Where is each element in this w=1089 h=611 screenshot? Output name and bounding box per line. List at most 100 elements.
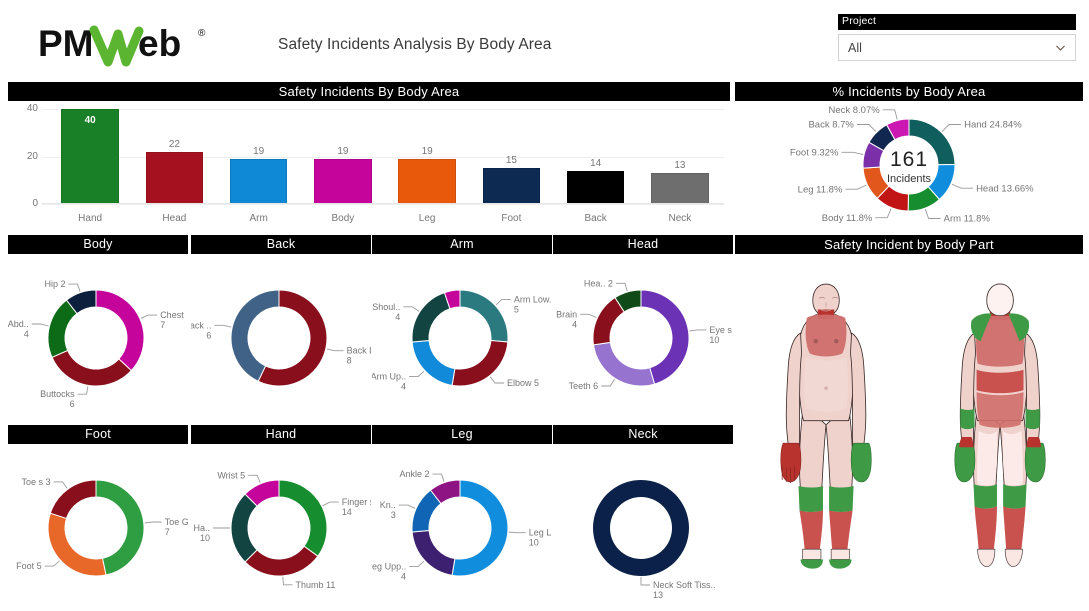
bar-rect[interactable] bbox=[145, 151, 204, 204]
donut-slice[interactable] bbox=[49, 479, 97, 520]
donut-leader-line bbox=[248, 474, 261, 483]
donut-slice-label: Thumb 11 bbox=[295, 580, 335, 590]
donut-leader-line bbox=[489, 376, 504, 384]
bar-column[interactable]: 13 bbox=[638, 109, 722, 204]
donut-slice-value: 4 bbox=[401, 382, 406, 392]
donut-slice-label: Abd.. bbox=[8, 319, 29, 329]
donut-slice-label: Ankle 2 bbox=[399, 469, 429, 479]
donut-leader-line bbox=[409, 560, 425, 568]
donut-leader-line bbox=[53, 481, 68, 489]
project-slicer-dropdown[interactable]: All bbox=[838, 34, 1076, 61]
body-figure-title: Safety Incident by Body Part bbox=[735, 235, 1083, 254]
donut-slice-value: 4 bbox=[395, 312, 400, 322]
hand-donut-panel: Hand Finger s14 Thumb 11 Ha..10 Wrist 5 bbox=[191, 425, 371, 611]
back-donut-svg: Back Lo..8 Back ..6 bbox=[191, 289, 371, 387]
donut-slice-label: Elbow 5 bbox=[507, 378, 539, 388]
body-donut-svg: Chest7 Buttocks6 Abd..4 Hip 2 bbox=[8, 279, 184, 409]
donut-slice-label: Buttocks bbox=[40, 389, 75, 399]
donut-slice-value: 4 bbox=[24, 329, 29, 339]
bar-column[interactable]: 40 bbox=[48, 109, 132, 204]
donut-slice-value: 8 bbox=[347, 356, 352, 366]
body-heatmap-figures[interactable] bbox=[735, 260, 1083, 590]
bar-column[interactable]: 15 bbox=[469, 109, 553, 204]
pmweb-logo: PM eb ® bbox=[38, 22, 223, 68]
donut-slice-value: 6 bbox=[206, 330, 211, 340]
donut-slice[interactable] bbox=[51, 349, 133, 387]
donut-leader-line bbox=[44, 560, 60, 567]
bar-series: 40 22 19 19 19 15 14 13 bbox=[48, 109, 722, 204]
bar-rect[interactable] bbox=[482, 168, 541, 204]
bar-column[interactable]: 22 bbox=[132, 109, 216, 204]
donut-leader-line bbox=[640, 577, 650, 586]
y-axis-tick: 0 bbox=[32, 198, 38, 209]
donut-slice-value: 5 bbox=[514, 304, 519, 314]
arm-donut-svg: Arm Low..5Elbow 5Arm Up..4Shoul..4 bbox=[372, 289, 552, 392]
body-donut-title: Body bbox=[8, 235, 188, 254]
x-axis-tick: Neck bbox=[668, 213, 692, 224]
arm-donut-panel: Arm Arm Low.. 5 Elbow 5 Arm Up.. 4 Shoul.. 4 bbox=[372, 235, 552, 421]
donut-slice[interactable] bbox=[95, 289, 145, 372]
donut-slice-label: Leg Upp.. bbox=[372, 562, 406, 572]
donut-slice[interactable] bbox=[230, 289, 280, 382]
bar-value-label: 40 bbox=[84, 115, 96, 126]
bar-rect[interactable] bbox=[566, 170, 625, 204]
donut-leader-line bbox=[409, 370, 425, 378]
donut-slice-label: Neck 8.07% bbox=[828, 105, 880, 116]
donut-leader-line bbox=[398, 504, 416, 509]
donut-slice[interactable] bbox=[230, 493, 258, 563]
donut-leader-line bbox=[282, 576, 293, 586]
hand-donut-svg: Finger s14 Thumb 11 Ha..10 Wrist 5 bbox=[193, 470, 371, 590]
bar-column[interactable]: 19 bbox=[217, 109, 301, 204]
svg-text:®: ® bbox=[198, 28, 206, 39]
donut-slice[interactable] bbox=[459, 289, 509, 343]
donut-slice[interactable] bbox=[451, 340, 509, 387]
percent-donut-chart[interactable]: Hand 24.84% Head 13.66% Arm 11.8% Body 11.8… bbox=[735, 101, 1083, 230]
donut-slice[interactable] bbox=[411, 340, 456, 386]
donut-slice[interactable] bbox=[411, 530, 456, 576]
back-donut-title: Back bbox=[191, 235, 371, 254]
donut-slice-label: Back Lo.. bbox=[347, 346, 371, 356]
donut-slice-value: 3 bbox=[391, 510, 396, 520]
bar-value-label: 22 bbox=[168, 138, 180, 150]
x-axis-labels: Hand Head Arm Body Leg Foot Back Neck bbox=[48, 213, 722, 224]
donut-slice[interactable] bbox=[592, 341, 656, 387]
bar-chart-title: Safety Incidents By Body Area bbox=[8, 82, 730, 101]
x-axis-tick: Back bbox=[584, 213, 607, 224]
donut-slice-label: Back .. bbox=[191, 320, 211, 330]
donut-leader-line bbox=[615, 282, 628, 292]
bar-column[interactable]: 19 bbox=[385, 109, 469, 204]
donut-leader-line bbox=[432, 473, 445, 482]
donut-center-label: Incidents bbox=[886, 173, 932, 185]
donut-slice-label: Arm Low.. bbox=[514, 294, 552, 304]
leg-donut-title: Leg bbox=[372, 425, 552, 444]
bar-rect[interactable] bbox=[229, 158, 288, 204]
donut-slice[interactable] bbox=[593, 480, 689, 576]
donut-slice[interactable] bbox=[47, 512, 107, 577]
donut-slice-value: 14 bbox=[342, 507, 352, 517]
donut-slice-value: 13 bbox=[653, 590, 663, 600]
donut-slice-label: Finger s bbox=[342, 497, 371, 507]
body-figure-panel: Safety Incident by Body Part bbox=[735, 235, 1083, 595]
donut-leader-line bbox=[140, 314, 158, 319]
bar-rect[interactable] bbox=[651, 173, 709, 204]
bar-value-label: 15 bbox=[505, 155, 517, 167]
bar-rect[interactable] bbox=[314, 158, 372, 204]
project-slicer[interactable]: Project All bbox=[838, 14, 1076, 61]
bar-chart-plot[interactable]: 0 20 40 40 22 19 19 19 15 14 13 Hand Head Arm Body Leg F… bbox=[8, 101, 730, 230]
donut-slice-label: Hea.. 2 bbox=[584, 278, 613, 288]
foot-donut-title: Foot bbox=[8, 425, 188, 444]
donut-leader-line bbox=[689, 329, 707, 332]
donut-slice-label: Hand 24.84% bbox=[964, 120, 1022, 131]
donut-slice-label: Chest bbox=[160, 310, 184, 320]
donut-slice-label: Back 8.7% bbox=[808, 120, 854, 131]
bar-column[interactable]: 14 bbox=[554, 109, 638, 204]
chevron-down-icon[interactable] bbox=[1054, 41, 1067, 54]
donut-slice[interactable] bbox=[278, 479, 328, 557]
bar-value-label: 19 bbox=[337, 145, 349, 157]
bar-rect[interactable] bbox=[398, 158, 456, 204]
donut-leader-line bbox=[875, 208, 892, 219]
donut-slice[interactable] bbox=[411, 291, 451, 343]
donut-slice-label: Head 13.66% bbox=[976, 183, 1034, 194]
donut-leader-line bbox=[882, 109, 898, 120]
bar-column[interactable]: 19 bbox=[301, 109, 385, 204]
